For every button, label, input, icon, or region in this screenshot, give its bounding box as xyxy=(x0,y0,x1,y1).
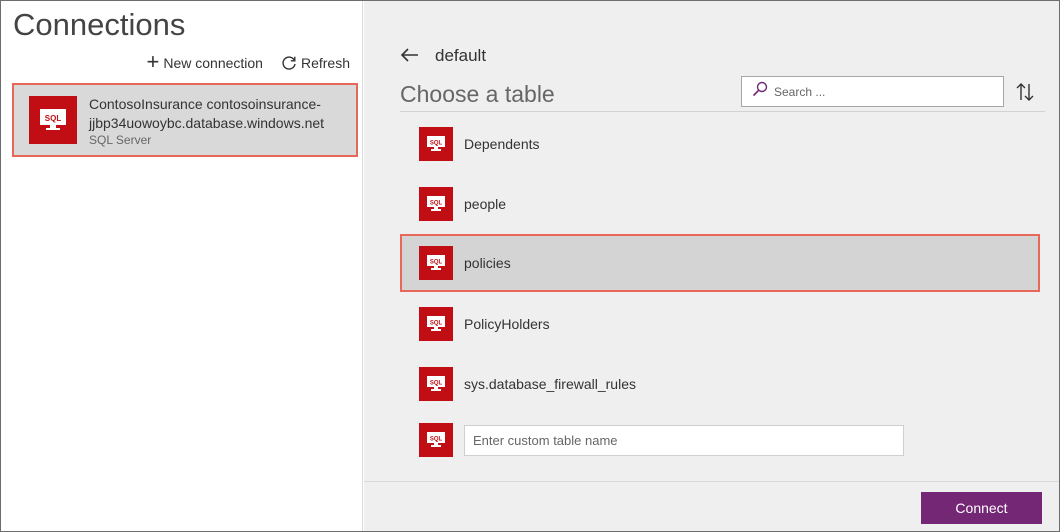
connection-name-line2: jjbp34uowoybc.database.windows.net xyxy=(89,115,325,131)
footer-bar: Connect xyxy=(364,481,1059,531)
svg-text:SQL: SQL xyxy=(45,114,62,123)
connection-type: SQL Server xyxy=(89,133,152,147)
app-frame: Connections + New connection Refresh SQL… xyxy=(0,0,1060,532)
sort-icon[interactable] xyxy=(1016,82,1034,102)
custom-table-name-input[interactable] xyxy=(464,424,904,456)
search-box[interactable] xyxy=(741,76,1004,107)
back-arrow-icon[interactable] xyxy=(400,45,420,65)
svg-text:SQL: SQL xyxy=(430,437,443,443)
table-row[interactable]: SQL PolicyHolders xyxy=(400,295,1040,353)
sql-server-icon: SQL xyxy=(419,127,453,161)
table-name: PolicyHolders xyxy=(464,316,550,332)
table-row[interactable]: SQL sys.database_firewall_rules xyxy=(400,355,1040,413)
divider xyxy=(400,111,1045,112)
sql-server-icon: SQL xyxy=(419,187,453,221)
new-connection-label: New connection xyxy=(163,55,263,71)
connections-panel: Connections + New connection Refresh SQL… xyxy=(1,1,363,531)
refresh-button[interactable]: Refresh xyxy=(281,55,350,71)
refresh-label: Refresh xyxy=(300,55,350,71)
refresh-icon xyxy=(281,55,297,71)
connections-toolbar: + New connection Refresh xyxy=(146,48,350,74)
table-name: sys.database_firewall_rules xyxy=(464,376,636,392)
svg-text:SQL: SQL xyxy=(430,321,443,327)
sql-server-icon: SQL xyxy=(419,423,453,457)
table-chooser-panel: default Choose a table SQL Dependents SQL p… xyxy=(364,1,1059,531)
sql-server-icon: SQL xyxy=(419,307,453,341)
custom-table-row: SQL xyxy=(400,411,1040,469)
choose-table-heading: Choose a table xyxy=(400,81,555,107)
search-input[interactable] xyxy=(774,84,994,99)
table-name: policies xyxy=(464,255,511,271)
connection-item[interactable]: SQL ContosoInsurance contosoinsurance- j… xyxy=(12,83,358,157)
connect-button[interactable]: Connect xyxy=(921,492,1042,524)
new-connection-button[interactable]: + New connection xyxy=(146,48,263,74)
page-title: Connections xyxy=(13,7,186,42)
svg-text:SQL: SQL xyxy=(430,141,443,147)
svg-text:SQL: SQL xyxy=(430,381,443,387)
sql-server-icon: SQL xyxy=(419,367,453,401)
svg-text:SQL: SQL xyxy=(430,260,443,266)
table-name: people xyxy=(464,196,507,212)
table-row[interactable]: SQL policies xyxy=(400,234,1040,292)
table-row[interactable]: SQL people xyxy=(400,175,1040,233)
sql-server-icon: SQL xyxy=(419,246,453,280)
svg-text:SQL: SQL xyxy=(430,201,443,207)
connection-name-line1: ContosoInsurance contosoinsurance- xyxy=(89,96,321,112)
sql-server-icon: SQL xyxy=(29,96,77,144)
connection-details: ContosoInsurance contosoinsurance- jjbp3… xyxy=(89,95,324,147)
table-row[interactable]: SQL Dependents xyxy=(400,115,1040,173)
database-name: default xyxy=(435,46,487,65)
search-icon xyxy=(752,81,768,102)
table-name: Dependents xyxy=(464,136,540,152)
plus-icon: + xyxy=(146,48,160,74)
